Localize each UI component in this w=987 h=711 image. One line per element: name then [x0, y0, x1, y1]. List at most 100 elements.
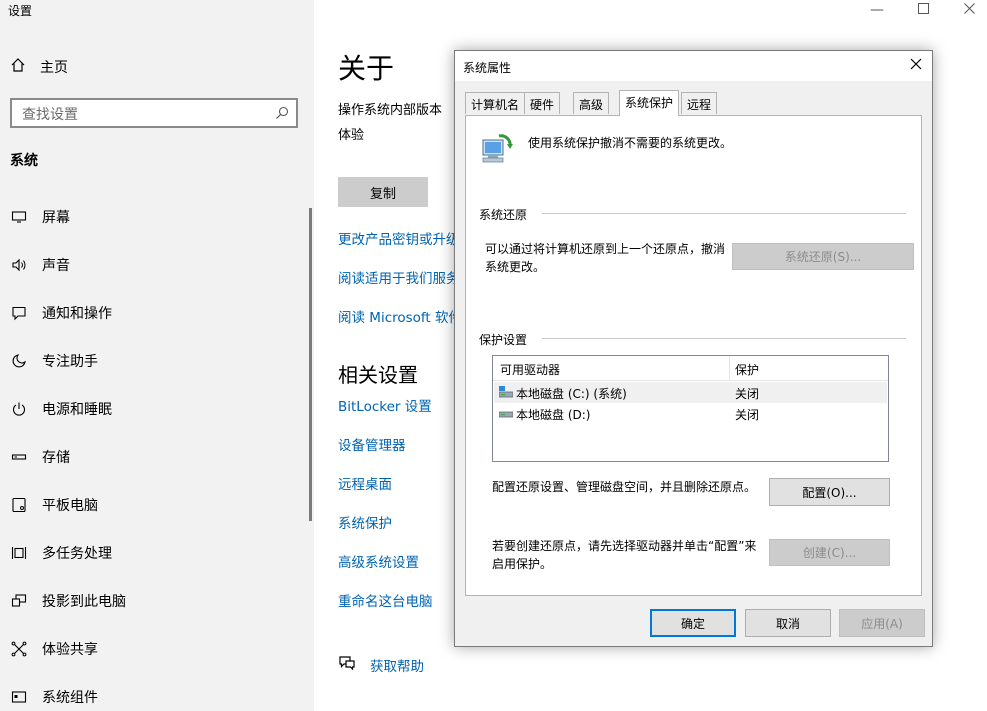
settings-sidebar: 设置 主页 查找设置 系统 屏幕 声音 通知和操作 专注助手 电源和睡眠 存储 …	[0, 0, 314, 711]
maximize-button[interactable]	[900, 0, 946, 20]
sidebar-item-label: 屏幕	[42, 210, 70, 226]
close-icon	[910, 58, 922, 74]
restore-group-title: 系统还原	[479, 206, 534, 223]
experience-label: 体验	[338, 128, 365, 143]
protection-group-title: 保护设置	[479, 331, 534, 348]
system-protection-icon	[479, 132, 513, 170]
sidebar-item-label: 投影到此电脑	[42, 594, 126, 610]
license-terms-link[interactable]: 阅读 Microsoft 软件	[338, 306, 462, 326]
minimize-icon: —	[870, 2, 884, 18]
components-icon	[10, 688, 28, 706]
remote-desktop-link[interactable]: 远程桌面	[338, 473, 392, 493]
close-window-button[interactable]	[946, 0, 987, 20]
create-description-line1: 若要创建还原点，请先选择驱动器并单击“配置”来	[492, 539, 757, 553]
sidebar-item-system-components[interactable]: 系统组件	[10, 685, 300, 709]
search-icon	[275, 106, 289, 124]
dialog-titlebar[interactable]: 系统属性	[455, 51, 932, 81]
maximize-icon	[917, 2, 929, 18]
services-agreement-link[interactable]: 阅读适用于我们服务	[338, 267, 460, 287]
sidebar-item-shared-experiences[interactable]: 体验共享	[10, 637, 300, 661]
system-restore-button[interactable]: 系统还原(S)...	[732, 243, 914, 270]
drives-list[interactable]: 可用驱动器 保护 本地磁盘 (C:) (系统) 关闭 本地磁盘 (D:) 关闭	[492, 355, 889, 462]
protection-group-divider	[542, 338, 906, 339]
speaker-icon	[10, 256, 28, 274]
settings-search-input[interactable]: 查找设置	[10, 98, 298, 128]
storage-icon	[10, 448, 28, 466]
get-help-link[interactable]: 获取帮助	[338, 654, 424, 676]
share-icon	[10, 640, 28, 658]
dialog-title: 系统属性	[463, 61, 512, 75]
panel-description: 使用系统保护撤消不需要的系统更改。	[528, 136, 733, 150]
device-manager-link[interactable]: 设备管理器	[338, 434, 406, 454]
related-settings-title: 相关设置	[338, 363, 418, 387]
column-header-protection[interactable]: 保护	[735, 361, 759, 378]
home-nav-item[interactable]: 主页	[10, 55, 68, 79]
sidebar-item-label: 专注助手	[42, 354, 98, 370]
window-title: 设置	[8, 4, 33, 18]
sidebar-item-label: 多任务处理	[42, 546, 112, 562]
cancel-button[interactable]: 取消	[745, 609, 831, 637]
sidebar-item-label: 体验共享	[42, 642, 98, 658]
project-icon	[10, 592, 28, 610]
advanced-system-settings-link[interactable]: 高级系统设置	[338, 551, 419, 571]
close-icon	[963, 2, 975, 18]
sidebar-item-label: 电源和睡眠	[42, 402, 112, 418]
drive-row-c[interactable]: 本地磁盘 (C:) (系统) 关闭	[494, 382, 887, 403]
notification-icon	[10, 304, 28, 322]
sidebar-item-notifications[interactable]: 通知和操作	[10, 301, 300, 325]
drives-list-header: 可用驱动器 保护	[493, 356, 888, 381]
tablet-icon	[10, 496, 28, 514]
tab-computer-name[interactable]: 计算机名	[465, 92, 526, 114]
column-header-drives[interactable]: 可用驱动器	[500, 361, 560, 378]
system-protection-panel: 使用系统保护撤消不需要的系统更改。 系统还原 可以通过将计算机还原到上一个还原点…	[465, 115, 922, 596]
sidebar-item-multitasking[interactable]: 多任务处理	[10, 541, 300, 565]
drive-icon	[498, 407, 514, 423]
sidebar-item-focus-assist[interactable]: 专注助手	[10, 349, 300, 373]
sidebar-item-project[interactable]: 投影到此电脑	[10, 589, 300, 613]
sidebar-item-sound[interactable]: 声音	[10, 253, 300, 277]
ok-button[interactable]: 确定	[650, 609, 736, 637]
tab-system-protection[interactable]: 系统保护	[619, 90, 680, 116]
restore-group-divider	[542, 213, 906, 214]
system-drive-icon	[498, 386, 514, 402]
sidebar-item-tablet[interactable]: 平板电脑	[10, 493, 300, 517]
rename-pc-link[interactable]: 重命名这台电脑	[338, 590, 433, 610]
sidebar-item-power[interactable]: 电源和睡眠	[10, 397, 300, 421]
sidebar-item-display[interactable]: 屏幕	[10, 205, 300, 229]
drive-protection-status: 关闭	[735, 387, 760, 401]
page-title: 关于	[338, 52, 395, 85]
multitask-icon	[10, 544, 28, 562]
change-product-key-link[interactable]: 更改产品密钥或升级	[338, 228, 460, 248]
drive-row-d[interactable]: 本地磁盘 (D:) 关闭	[494, 403, 887, 424]
sidebar-item-storage[interactable]: 存储	[10, 445, 300, 469]
sidebar-item-label: 平板电脑	[42, 498, 98, 514]
search-placeholder: 查找设置	[22, 107, 78, 123]
create-restore-point-button[interactable]: 创建(C)...	[769, 539, 890, 566]
system-properties-dialog: 系统属性 计算机名 硬件 高级 系统保护 远程 使用系统保护撤消不需要的系统更改…	[454, 50, 933, 647]
tab-advanced[interactable]: 高级	[573, 92, 610, 114]
dialog-close-button[interactable]	[906, 56, 926, 76]
restore-description-line1: 可以通过将计算机还原到上一个还原点，撤消	[485, 242, 726, 256]
monitor-icon	[10, 208, 28, 226]
home-label: 主页	[40, 60, 68, 76]
tab-hardware[interactable]: 硬件	[524, 92, 561, 114]
minimize-button[interactable]: —	[854, 0, 900, 20]
section-title: 系统	[10, 153, 38, 169]
bitlocker-settings-link[interactable]: BitLocker 设置	[338, 395, 432, 415]
restore-description-line2: 系统更改。	[485, 260, 546, 274]
power-icon	[10, 400, 28, 418]
create-description-line2: 启用保护。	[492, 557, 553, 571]
sidebar-item-label: 通知和操作	[42, 306, 112, 322]
get-help-label: 获取帮助	[370, 659, 424, 675]
column-separator[interactable]	[729, 356, 730, 381]
tab-remote[interactable]: 远程	[681, 92, 718, 114]
configure-description: 配置还原设置、管理磁盘空间，并且删除还原点。	[492, 480, 757, 494]
configure-button[interactable]: 配置(O)...	[769, 478, 890, 506]
drive-name: 本地磁盘 (D:)	[516, 408, 591, 422]
sidebar-item-label: 声音	[42, 258, 70, 274]
system-protection-link[interactable]: 系统保护	[338, 512, 392, 532]
copy-button[interactable]: 复制	[338, 177, 428, 207]
moon-icon	[10, 352, 28, 370]
sidebar-scrollbar[interactable]	[309, 208, 312, 521]
apply-button[interactable]: 应用(A)	[839, 609, 925, 637]
